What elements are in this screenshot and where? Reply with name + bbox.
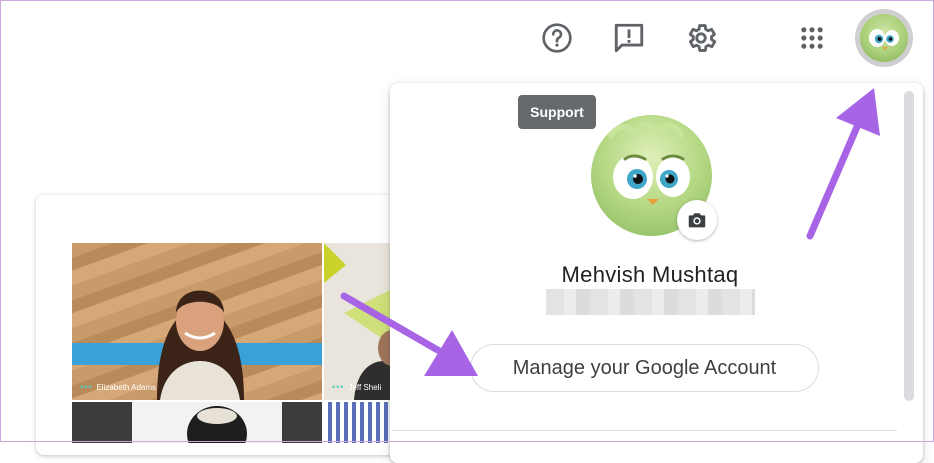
account-avatar-button[interactable] [855, 9, 913, 67]
gear-icon [688, 24, 717, 52]
participant-photo [132, 402, 282, 443]
change-photo-button[interactable] [677, 200, 717, 240]
feedback-icon [614, 23, 644, 53]
audio-indicator-icon: ••• [332, 382, 345, 392]
feedback-button[interactable] [609, 18, 649, 58]
annotation-arrow-icon [340, 292, 478, 376]
manage-google-account-button[interactable]: Manage your Google Account [470, 344, 819, 392]
video-tile [72, 402, 322, 443]
participant-name-tag: ••• Jeff Sheli [332, 382, 381, 392]
participant-name-tag: ••• Elizabeth Adams [80, 382, 156, 392]
participant-photo [72, 290, 322, 400]
support-tooltip: Support [518, 95, 596, 129]
apps-grid-icon [801, 27, 823, 49]
annotation-arrow-icon [806, 88, 880, 240]
help-button[interactable] [537, 18, 577, 58]
apps-button[interactable] [792, 18, 832, 58]
audio-indicator-icon: ••• [80, 382, 93, 392]
video-tile: ••• Elizabeth Adams [72, 243, 322, 400]
redacted-email [546, 289, 755, 315]
panel-divider [392, 430, 897, 431]
participant-name: Jeff Sheli [348, 382, 382, 392]
account-avatar [860, 14, 908, 62]
participant-name: Elizabeth Adams [96, 382, 157, 392]
account-user-name: Mehvish Mushtaq [561, 262, 739, 287]
panel-scrollbar[interactable] [904, 91, 914, 401]
camera-icon [688, 213, 706, 228]
help-circle-icon [542, 23, 572, 53]
settings-button[interactable] [681, 18, 721, 58]
